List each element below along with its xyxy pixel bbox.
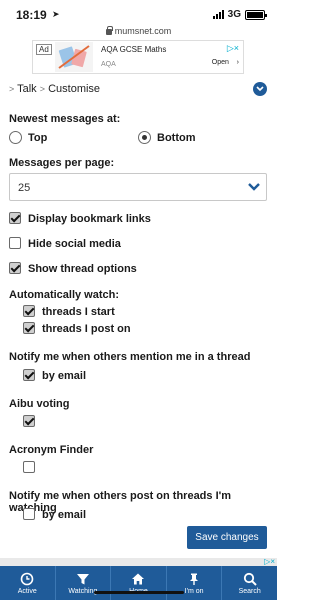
notify-mention-label: Notify me when others mention me in a th… <box>9 351 251 363</box>
ad-title: AQA GCSE Maths <box>101 45 167 54</box>
threads-i-start-checkbox[interactable] <box>23 305 35 317</box>
chevron-down-icon <box>248 183 260 191</box>
threads-i-post-on-checkbox[interactable] <box>23 322 35 334</box>
ad-choices-icon[interactable]: ▷× <box>227 43 239 54</box>
ad-open-button[interactable]: Open › <box>212 59 239 66</box>
chevron-down-icon <box>256 86 264 92</box>
filter-icon <box>76 572 90 586</box>
display-bookmark-links-label: Display bookmark links <box>28 213 151 225</box>
breadcrumb-separator: > <box>39 84 46 94</box>
url-text: mumsnet.com <box>114 26 172 36</box>
home-icon <box>131 572 145 586</box>
breadcrumb-separator: > <box>9 84 15 94</box>
notify-mention-email-checkbox[interactable] <box>23 369 35 381</box>
display-bookmark-links-checkbox[interactable] <box>9 212 21 224</box>
radio-bottom[interactable] <box>138 131 151 144</box>
automatically-watch-label: Automatically watch: <box>9 289 120 301</box>
location-arrow-icon: ➤ <box>52 9 60 19</box>
nav-search-label: Search <box>238 587 261 595</box>
nav-home[interactable]: Home <box>111 566 167 600</box>
notify-mention-email-label: by email <box>42 370 87 382</box>
ad-choices-icon[interactable]: ▷× <box>264 557 275 566</box>
home-indicator <box>94 591 184 594</box>
ad-banner[interactable]: Ad AQA GCSE Maths AQA ▷× Open › <box>32 40 244 74</box>
lock-icon <box>105 26 113 35</box>
notify-watching-email-checkbox[interactable] <box>23 508 35 520</box>
ad-subtitle: AQA <box>101 61 116 68</box>
hide-social-media-label: Hide social media <box>28 238 121 250</box>
nav-im-on-label: I'm on <box>184 587 204 595</box>
nav-active-label: Active <box>17 587 37 595</box>
radio-top-label: Top <box>28 132 48 144</box>
breadcrumb-customise: Customise <box>48 83 101 95</box>
signal-icon <box>212 10 224 19</box>
status-time: 18:19 <box>16 8 47 22</box>
nav-watching-label: Watching <box>68 587 98 595</box>
acronym-finder-label: Acronym Finder <box>9 444 94 456</box>
url-bar[interactable]: mumsnet.com <box>0 24 277 38</box>
notify-watching-email-label: by email <box>42 509 87 521</box>
hide-social-media-checkbox[interactable] <box>9 237 21 249</box>
ad-badge: Ad <box>36 44 52 55</box>
aibu-voting-label: Aibu voting <box>9 398 70 410</box>
show-thread-options-checkbox[interactable] <box>9 262 21 274</box>
pin-icon <box>187 572 201 586</box>
breadcrumb-talk[interactable]: Talk <box>17 83 37 95</box>
messages-per-page-value: 25 <box>18 182 31 194</box>
threads-i-start-label: threads I start <box>42 306 115 318</box>
nav-im-on[interactable]: I'm on <box>167 566 223 600</box>
battery-icon <box>245 9 267 20</box>
search-icon <box>243 572 257 586</box>
save-changes-button[interactable]: Save changes <box>187 526 267 549</box>
clock-icon <box>20 572 34 586</box>
bottom-nav: Active Watching Home I'm on Search <box>0 566 277 600</box>
newest-messages-label: Newest messages at: <box>9 113 121 125</box>
aibu-voting-checkbox[interactable] <box>23 415 35 427</box>
expand-button[interactable] <box>253 82 267 96</box>
nav-watching[interactable]: Watching <box>56 566 112 600</box>
breadcrumb: > Talk > Customise <box>9 83 100 95</box>
acronym-finder-checkbox[interactable] <box>23 461 35 473</box>
nav-active[interactable]: Active <box>0 566 56 600</box>
ad-image <box>55 42 93 72</box>
radio-top[interactable] <box>9 131 22 144</box>
nav-search[interactable]: Search <box>222 566 277 600</box>
messages-per-page-select[interactable]: 25 <box>9 173 267 201</box>
messages-per-page-label: Messages per page: <box>9 157 115 169</box>
network-type: 3G <box>227 9 241 20</box>
radio-bottom-label: Bottom <box>157 132 196 144</box>
status-right: 3G <box>212 9 267 20</box>
show-thread-options-label: Show thread options <box>28 263 137 275</box>
threads-i-post-on-label: threads I post on <box>42 323 131 335</box>
